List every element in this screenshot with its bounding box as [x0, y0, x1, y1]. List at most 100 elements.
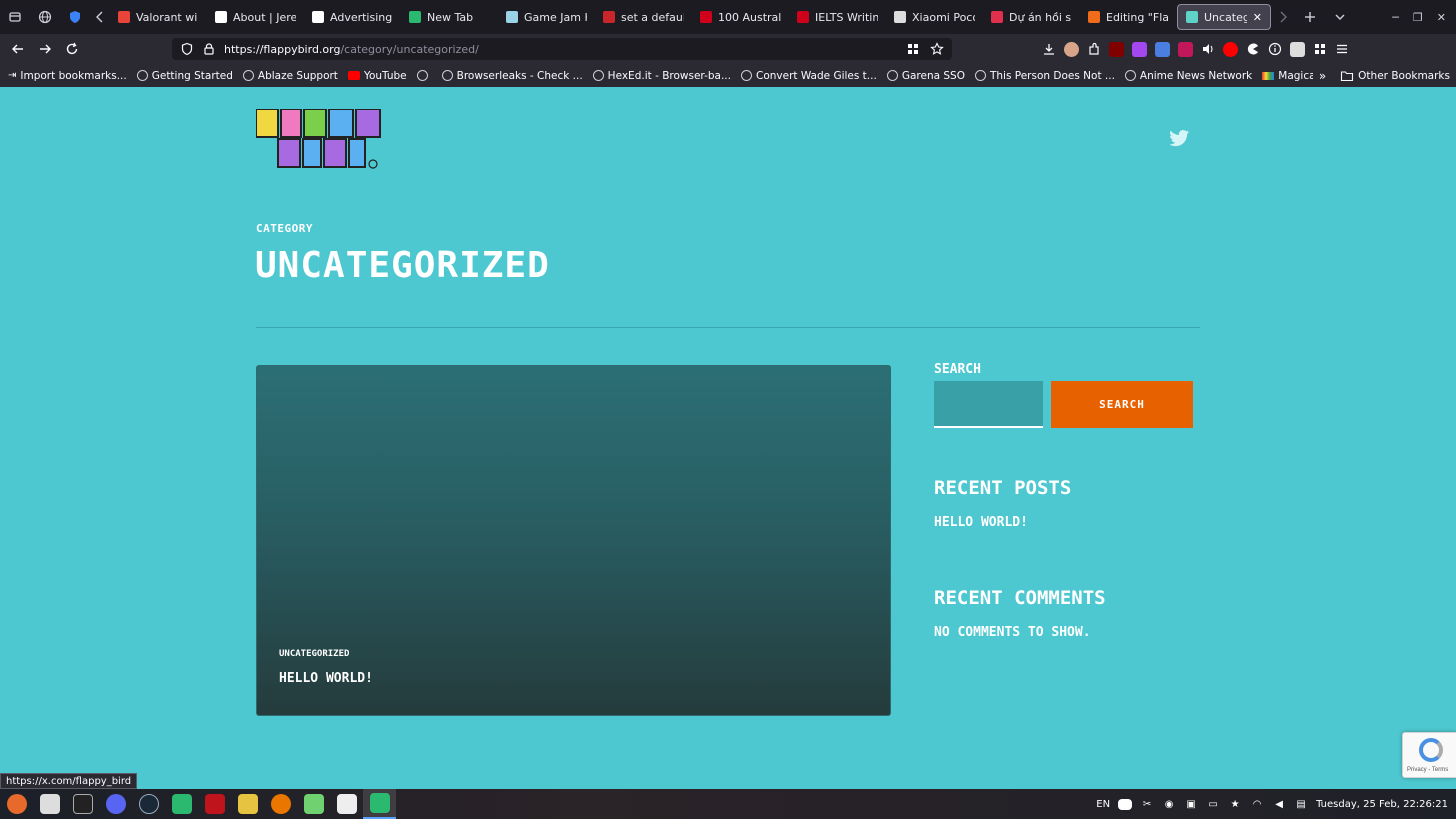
recaptcha-badge[interactable]: Privacy - Terms [1402, 732, 1456, 778]
clipboard-icon[interactable]: ▤ [1294, 797, 1308, 811]
taskbar-app[interactable] [231, 789, 264, 819]
volume-icon[interactable] [1201, 42, 1215, 56]
close-window-icon[interactable]: ✕ [1437, 11, 1446, 24]
url-path: /category/uncategorized/ [340, 42, 479, 56]
post-card[interactable]: UNCATEGORIZED HELLO WORLD! [256, 365, 891, 716]
bookmark-item[interactable]: Getting Started [136, 70, 233, 82]
keyboard-language[interactable]: EN [1096, 799, 1110, 810]
tab-favicon-icon [1088, 11, 1100, 23]
twitter-icon[interactable] [1170, 129, 1190, 147]
download-icon[interactable] [1042, 42, 1056, 56]
reload-icon[interactable] [58, 34, 85, 64]
clock[interactable]: Tuesday, 25 Feb, 22:26:21 [1316, 799, 1448, 810]
taskbar-app[interactable] [297, 789, 330, 819]
chevron-double-right-icon[interactable]: » [1319, 69, 1326, 83]
scroll-tabs-left-icon[interactable] [90, 0, 110, 34]
new-tab-plus-icon[interactable] [1295, 0, 1325, 34]
globe-icon [740, 70, 752, 81]
ublock-icon[interactable] [1109, 41, 1124, 57]
discord-tray-icon[interactable] [1118, 798, 1133, 810]
bookmark-item[interactable]: This Person Does Not ... [974, 70, 1115, 82]
bookmark-item[interactable]: ⇥ Import bookmarks... [8, 70, 127, 82]
flappy-bird-logo[interactable] [256, 109, 382, 169]
import-icon: ⇥ [8, 70, 17, 81]
close-tab-icon[interactable]: ✕ [1253, 11, 1262, 24]
extension-square-icon[interactable] [1290, 41, 1305, 57]
tab[interactable]: Dự án hồi sinh [983, 4, 1080, 30]
youtube-ext-icon[interactable] [1223, 41, 1238, 57]
recaptcha-terms[interactable]: Privacy - Terms [1407, 767, 1448, 773]
steam-tray-icon[interactable]: ◉ [1162, 797, 1176, 811]
taskbar-app[interactable] [330, 789, 363, 819]
bookmark-item[interactable]: Anime News Network [1124, 70, 1252, 82]
speaker-icon[interactable]: ◀ [1272, 797, 1286, 811]
url-bar[interactable]: https://flappybird.org/category/uncatego… [172, 38, 952, 60]
tracking-shield-icon[interactable] [180, 42, 194, 56]
pacman-icon[interactable] [1246, 42, 1260, 56]
taskbar-app[interactable] [33, 789, 66, 819]
shield-icon[interactable] [60, 0, 90, 34]
post-category-link[interactable]: UNCATEGORIZED [279, 649, 349, 659]
apps-grid-icon[interactable] [1313, 42, 1327, 56]
star-icon[interactable]: ★ [1228, 797, 1242, 811]
bookmark-item[interactable]: Browserleaks - Check ... [441, 70, 583, 82]
app-hex-active-icon [369, 793, 390, 813]
tab[interactable]: New Tab [401, 4, 498, 30]
minimize-icon[interactable]: ─ [1392, 11, 1399, 24]
bookmark-item[interactable]: Ablaze Support [242, 70, 338, 82]
search-widget-label: SEARCH [934, 362, 981, 377]
profile-avatar-icon[interactable] [1064, 41, 1079, 57]
tab[interactable]: 100 Australian [692, 4, 789, 30]
printer-icon[interactable]: ▣ [1184, 797, 1198, 811]
bookmark-label: Convert Wade Giles t... [755, 69, 877, 82]
tab[interactable]: Advertising - V [304, 4, 401, 30]
wifi-icon[interactable]: ◠ [1250, 797, 1264, 811]
bookmark-star-icon[interactable] [930, 42, 944, 56]
taskbar-app[interactable] [99, 789, 132, 819]
taskbar-app[interactable] [165, 789, 198, 819]
taskbar-app[interactable] [0, 789, 33, 819]
search-input[interactable] [934, 381, 1043, 428]
bookmark-item[interactable]: YouTube [347, 70, 407, 82]
list-all-tabs-chevron-icon[interactable] [1325, 0, 1355, 34]
taskbar-app[interactable] [264, 789, 297, 819]
bookmark-item[interactable]: Garena SSO [886, 70, 965, 82]
tab[interactable]: Game Jam Ha [498, 4, 595, 30]
other-bookmarks[interactable]: Other Bookmarks [1340, 69, 1450, 83]
taskbar-app-active[interactable] [363, 789, 396, 819]
tab[interactable]: Editing "Flapp [1080, 4, 1177, 30]
scissors-tray-icon[interactable]: ✂ [1140, 797, 1154, 811]
firefox-view-icon[interactable] [0, 0, 30, 34]
qr-grid-icon[interactable] [906, 42, 920, 56]
info-circle-icon[interactable] [1268, 42, 1282, 56]
taskbar-app[interactable] [198, 789, 231, 819]
tab[interactable]: IELTS Writing [789, 4, 886, 30]
navigation-toolbar: https://flappybird.org/category/uncatego… [0, 34, 1456, 64]
bookmark-item[interactable]: Convert Wade Giles t... [740, 69, 877, 82]
back-arrow-icon[interactable] [4, 34, 31, 64]
tab-active[interactable]: Uncategoriz ✕ [1177, 4, 1271, 30]
recent-post-link[interactable]: HELLO WORLD! [934, 515, 1028, 530]
bookmark-item[interactable] [416, 70, 432, 81]
globe-icon [974, 70, 986, 81]
extensions-puzzle-icon[interactable] [1087, 42, 1101, 56]
tab[interactable]: Valorant wi [110, 4, 207, 30]
tab[interactable]: About | Jerem [207, 4, 304, 30]
tab[interactable]: set a defaul [595, 4, 692, 30]
lock-icon[interactable] [202, 42, 216, 56]
taskbar-app[interactable] [132, 789, 165, 819]
forward-arrow-icon[interactable] [31, 34, 58, 64]
search-button[interactable]: SEARCH [1051, 381, 1193, 428]
tab[interactable]: Xiaomi Poco F [886, 4, 983, 30]
restore-icon[interactable]: ❐ [1413, 11, 1423, 24]
scroll-tabs-right-icon[interactable] [1271, 0, 1295, 34]
display-icon[interactable]: ▭ [1206, 797, 1220, 811]
extension-pink-icon[interactable] [1178, 41, 1193, 57]
bookmark-item[interactable]: HexEd.it - Browser-ba... [592, 70, 731, 82]
globe-icon[interactable] [30, 0, 60, 34]
taskbar-app[interactable] [66, 789, 99, 819]
extension-purple-icon[interactable] [1132, 41, 1147, 57]
post-title-link[interactable]: HELLO WORLD! [279, 671, 373, 686]
translate-icon[interactable] [1155, 41, 1170, 57]
hamburger-menu-icon[interactable] [1335, 42, 1349, 56]
